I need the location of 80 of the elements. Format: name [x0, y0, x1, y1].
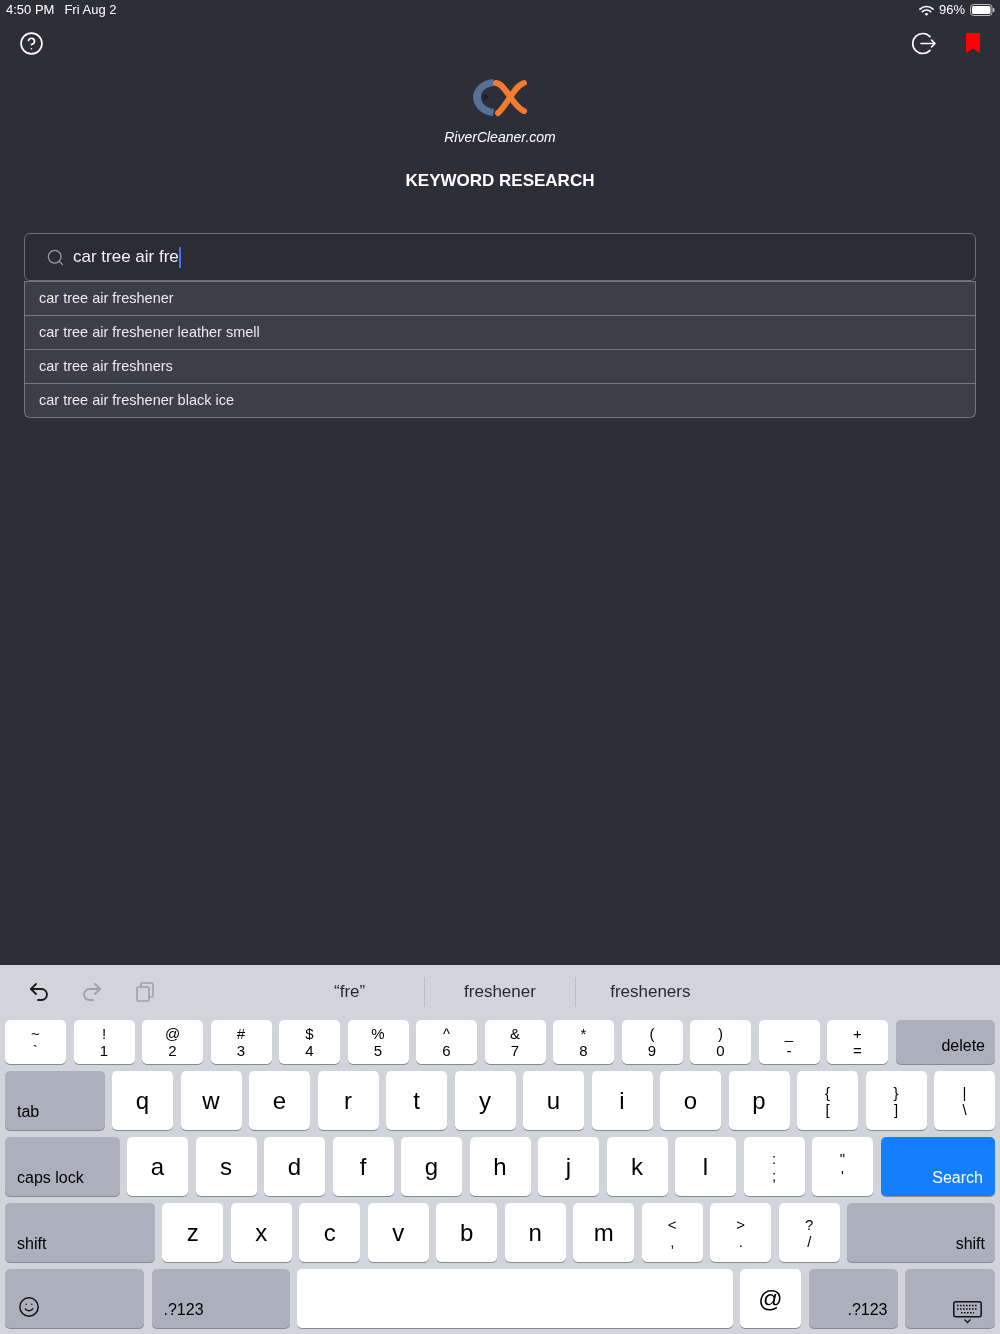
word-suggestion[interactable]: fresheners	[575, 971, 725, 1012]
brand-name: RiverCleaner.com	[444, 128, 556, 146]
character-key[interactable]: p	[728, 1071, 790, 1130]
character-key[interactable]: x	[230, 1203, 292, 1262]
symbol-key[interactable]: " '	[812, 1137, 873, 1196]
character-key[interactable]: a	[127, 1137, 188, 1196]
character-key[interactable]: r	[317, 1071, 379, 1130]
suggestion-item[interactable]: car tree air freshener black ice	[25, 383, 975, 417]
numbers-key[interactable]: .?123	[151, 1269, 290, 1328]
symbol-key[interactable]: $ 4	[279, 1020, 340, 1064]
symbol-key[interactable]: ? /	[778, 1203, 840, 1262]
character-key[interactable]: g	[401, 1137, 462, 1196]
symbol-key[interactable]: _ -	[758, 1020, 820, 1064]
symbol-key[interactable]: ~ `	[5, 1020, 66, 1064]
keyboard-icon	[953, 1301, 982, 1324]
suggestion-item[interactable]: car tree air freshners	[25, 349, 975, 383]
character-key[interactable]: v	[367, 1203, 429, 1262]
character-key[interactable]: y	[454, 1071, 516, 1130]
character-key[interactable]: l	[675, 1137, 736, 1196]
page-title: KEYWORD RESEARCH	[405, 171, 595, 191]
character-key[interactable]: q	[112, 1071, 173, 1130]
character-key[interactable]: s	[195, 1137, 257, 1196]
battery-icon	[970, 4, 995, 16]
symbol-key[interactable]: ( 9	[621, 1020, 683, 1064]
search-field[interactable]: car tree air fre	[24, 233, 976, 281]
numbers-key[interactable]: .?123	[808, 1269, 898, 1328]
shift-key[interactable]: shift	[847, 1203, 995, 1262]
character-key[interactable]: i	[591, 1071, 653, 1130]
battery-percent: 96%	[938, 1, 965, 20]
word-suggestion[interactable]: “fre”	[275, 971, 425, 1012]
character-key[interactable]: z	[162, 1203, 224, 1262]
character-key[interactable]: k	[606, 1137, 668, 1196]
symbol-key[interactable]: * 8	[553, 1020, 614, 1064]
character-key[interactable]: u	[523, 1071, 584, 1130]
symbol-key[interactable]: ! 1	[73, 1020, 135, 1064]
suggestion-item[interactable]: car tree air freshener leather smell	[25, 315, 975, 349]
symbol-key[interactable]: } ]	[865, 1071, 927, 1130]
character-key[interactable]: f	[332, 1137, 394, 1196]
symbol-key[interactable]: & 7	[484, 1020, 546, 1064]
character-key[interactable]: m	[573, 1203, 635, 1262]
status-date: Fri Aug 2	[64, 1, 117, 20]
symbol-key[interactable]: ^ 6	[416, 1020, 477, 1064]
bookmark-icon[interactable]	[966, 33, 980, 53]
documents-icon	[135, 981, 154, 1002]
character-key[interactable]: d	[264, 1137, 325, 1196]
character-key[interactable]: c	[299, 1203, 361, 1262]
help-icon[interactable]	[19, 30, 44, 56]
character-key[interactable]: h	[469, 1137, 531, 1196]
character-key[interactable]: w	[180, 1071, 242, 1130]
symbol-key[interactable]: { [	[797, 1071, 858, 1130]
wifi-icon	[918, 4, 934, 16]
symbol-key[interactable]: > .	[710, 1203, 772, 1262]
symbol-key[interactable]: @ 2	[142, 1020, 203, 1064]
logo-icon	[472, 78, 528, 118]
character-key[interactable]: j	[538, 1137, 599, 1196]
dismiss-keyboard-key[interactable]	[905, 1269, 995, 1328]
symbol-key[interactable]: % 5	[347, 1020, 409, 1064]
suggestion-item[interactable]: car tree air freshener	[25, 281, 975, 315]
search-icon	[46, 247, 65, 267]
symbol-key[interactable]: # 3	[210, 1020, 272, 1064]
symbol-key[interactable]: | \	[934, 1071, 995, 1130]
caps-lock-key[interactable]: caps lock	[5, 1137, 120, 1196]
symbol-key[interactable]: ) 0	[690, 1020, 751, 1064]
tab-key[interactable]: tab	[5, 1071, 105, 1130]
status-time: 4:50 PM	[6, 1, 55, 20]
character-key[interactable]: e	[249, 1071, 310, 1130]
search-key[interactable]: Search	[880, 1137, 995, 1196]
symbol-key[interactable]: < ,	[641, 1203, 703, 1262]
character-key[interactable]: t	[386, 1071, 447, 1130]
symbol-key[interactable]: + =	[827, 1020, 888, 1064]
smiley-icon	[18, 1296, 40, 1318]
character-key[interactable]: n	[504, 1203, 566, 1262]
character-key[interactable]: @	[740, 1269, 801, 1328]
shift-key[interactable]: shift	[5, 1203, 155, 1262]
symbol-key[interactable]: : ;	[743, 1137, 805, 1196]
logout-icon[interactable]	[911, 30, 936, 56]
delete-key[interactable]: delete	[895, 1020, 995, 1064]
character-key[interactable]: o	[660, 1071, 721, 1130]
character-key[interactable]: b	[436, 1203, 498, 1262]
word-suggestion[interactable]: freshener	[425, 971, 575, 1012]
